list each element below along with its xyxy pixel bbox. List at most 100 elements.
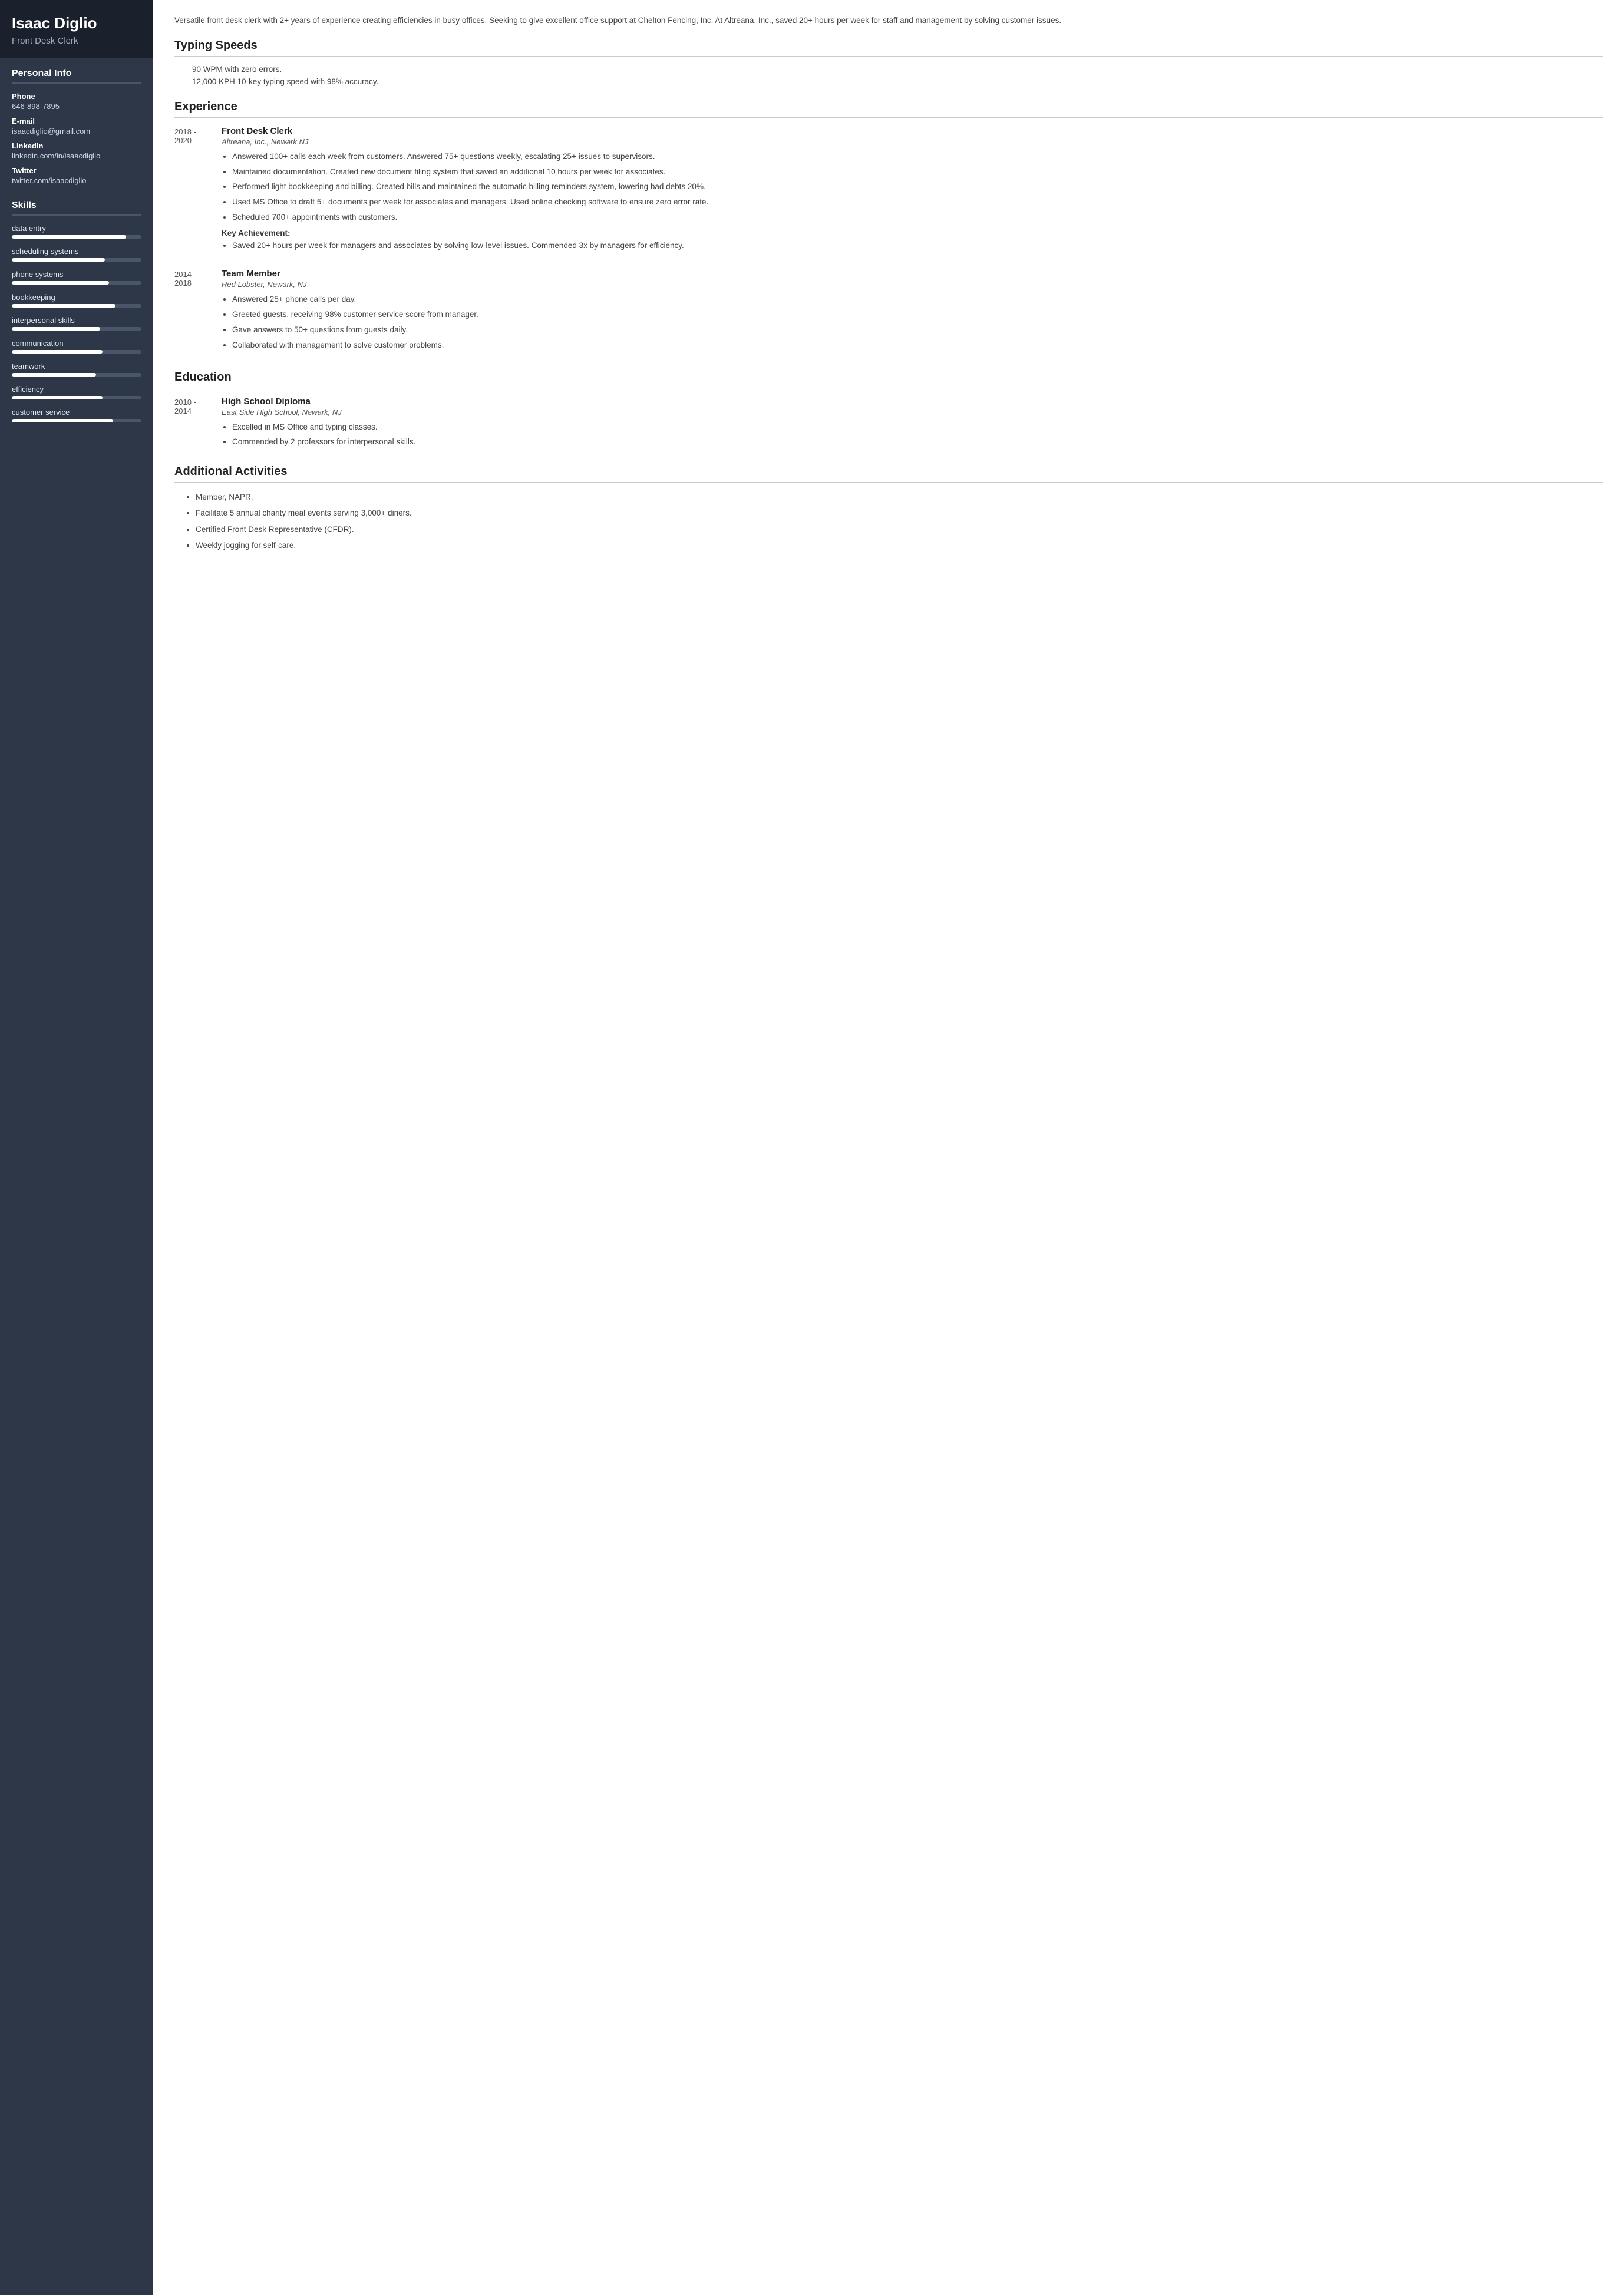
skill-bar-fill bbox=[12, 304, 115, 308]
skill-name: efficiency bbox=[12, 385, 141, 394]
education-list: 2010 -2014High School DiplomaEast Side H… bbox=[174, 397, 1603, 451]
edu-degree: High School Diploma bbox=[222, 397, 1603, 407]
exp-dates: 2014 -2018 bbox=[174, 269, 222, 356]
linkedin-label: LinkedIn bbox=[12, 141, 141, 150]
exp-bullet-item: Answered 25+ phone calls per day. bbox=[232, 293, 1603, 306]
main-content: Versatile front desk clerk with 2+ years… bbox=[153, 0, 1624, 2295]
candidate-name: Isaac Diglio bbox=[12, 14, 141, 32]
skill-item: phone systems bbox=[12, 270, 141, 285]
skills-list: data entry scheduling systems phone system… bbox=[12, 224, 141, 422]
typing-speeds-list: 90 WPM with zero errors. 12,000 KPH 10-ke… bbox=[174, 65, 1603, 86]
exp-bullets: Answered 100+ calls each week from custo… bbox=[222, 151, 1603, 224]
skill-item: teamwork bbox=[12, 362, 141, 377]
exp-bullet-item: Performed light bookkeeping and billing.… bbox=[232, 181, 1603, 193]
edu-dates: 2010 -2014 bbox=[174, 397, 222, 451]
exp-company: Red Lobster, Newark, NJ bbox=[222, 280, 1603, 289]
edu-bullets: Excelled in MS Office and typing classes… bbox=[222, 421, 1603, 448]
personal-info-title: Personal Info bbox=[12, 68, 141, 84]
exp-bullet-item: Greeted guests, receiving 98% customer s… bbox=[232, 309, 1603, 321]
skill-name: data entry bbox=[12, 224, 141, 233]
edu-school: East Side High School, Newark, NJ bbox=[222, 408, 1603, 417]
skill-item: data entry bbox=[12, 224, 141, 239]
exp-job-title: Team Member bbox=[222, 269, 1603, 279]
skill-bar-fill bbox=[12, 419, 113, 422]
experience-list: 2018 -2020Front Desk ClerkAltreana, Inc.… bbox=[174, 126, 1603, 356]
twitter-label: Twitter bbox=[12, 166, 141, 175]
edu-bullet-item: Commended by 2 professors for interperso… bbox=[232, 436, 1603, 448]
exp-job-title: Front Desk Clerk bbox=[222, 126, 1603, 136]
activity-item: Facilitate 5 annual charity meal events … bbox=[196, 507, 1603, 520]
skill-item: efficiency bbox=[12, 385, 141, 399]
skill-bar-fill bbox=[12, 281, 109, 285]
exp-bullet-item: Used MS Office to draft 5+ documents per… bbox=[232, 196, 1603, 209]
skill-bar-fill bbox=[12, 327, 100, 331]
twitter-value: twitter.com/isaacdiglio bbox=[12, 176, 141, 185]
exp-bullet-item: Gave answers to 50+ questions from guest… bbox=[232, 324, 1603, 336]
linkedin-value: linkedin.com/in/isaacdiglio bbox=[12, 151, 141, 160]
skill-bar-fill bbox=[12, 235, 126, 239]
skills-section: Skills data entryscheduling systemsphone… bbox=[0, 190, 153, 443]
exp-bullet-item: Scheduled 700+ appointments with custome… bbox=[232, 212, 1603, 224]
summary-text: Versatile front desk clerk with 2+ years… bbox=[174, 14, 1603, 27]
skill-bar-fill bbox=[12, 373, 96, 377]
activity-item: Weekly jogging for self-care. bbox=[196, 539, 1603, 552]
activities-list: Member, NAPR. Facilitate 5 annual charity… bbox=[174, 491, 1603, 552]
experience-title: Experience bbox=[174, 100, 1603, 118]
skill-name: bookkeeping bbox=[12, 293, 141, 302]
skill-item: customer service bbox=[12, 408, 141, 422]
phone-label: Phone bbox=[12, 92, 141, 101]
skill-item: scheduling systems bbox=[12, 247, 141, 262]
exp-content: Team MemberRed Lobster, Newark, NJ Answer… bbox=[222, 269, 1603, 356]
edu-content: High School DiplomaEast Side High School… bbox=[222, 397, 1603, 451]
email-value: isaacdiglio@gmail.com bbox=[12, 127, 141, 136]
personal-info-section: Personal Info Phone 646-898-7895 E-mail … bbox=[0, 58, 153, 190]
skill-bar-container bbox=[12, 396, 141, 399]
candidate-title: Front Desk Clerk bbox=[12, 36, 141, 46]
exp-bullets: Answered 25+ phone calls per day. Greeted… bbox=[222, 293, 1603, 352]
typing-speed-item: 90 WPM with zero errors. bbox=[174, 65, 1603, 74]
skill-name: phone systems bbox=[12, 270, 141, 279]
skill-bar-fill bbox=[12, 350, 103, 354]
skill-bar-container bbox=[12, 419, 141, 422]
skill-bar-container bbox=[12, 304, 141, 308]
exp-content: Front Desk ClerkAltreana, Inc., Newark N… bbox=[222, 126, 1603, 257]
skill-bar-container bbox=[12, 258, 141, 262]
skill-bar-container bbox=[12, 235, 141, 239]
key-achievement-bullet-item: Saved 20+ hours per week for managers an… bbox=[232, 240, 1603, 252]
education-section: Education 2010 -2014High School DiplomaE… bbox=[174, 371, 1603, 451]
exp-bullet-item: Collaborated with management to solve cu… bbox=[232, 339, 1603, 352]
edu-bullet-item: Excelled in MS Office and typing classes… bbox=[232, 421, 1603, 434]
phone-value: 646-898-7895 bbox=[12, 102, 141, 111]
activity-item: Member, NAPR. bbox=[196, 491, 1603, 504]
activity-item: Certified Front Desk Representative (CFD… bbox=[196, 523, 1603, 536]
sidebar-header: Isaac Diglio Front Desk Clerk bbox=[0, 0, 153, 58]
education-entry: 2010 -2014High School DiplomaEast Side H… bbox=[174, 397, 1603, 451]
experience-entry: 2018 -2020Front Desk ClerkAltreana, Inc.… bbox=[174, 126, 1603, 257]
skill-bar-container bbox=[12, 327, 141, 331]
exp-dates: 2018 -2020 bbox=[174, 126, 222, 257]
exp-bullet-item: Maintained documentation. Created new do… bbox=[232, 166, 1603, 179]
key-achievement-label: Key Achievement: bbox=[222, 229, 1603, 237]
skill-bar-container bbox=[12, 373, 141, 377]
typing-speeds-section: Typing Speeds 90 WPM with zero errors. 12… bbox=[174, 39, 1603, 86]
education-title: Education bbox=[174, 371, 1603, 388]
experience-section: Experience 2018 -2020Front Desk ClerkAlt… bbox=[174, 100, 1603, 356]
skill-bar-container bbox=[12, 281, 141, 285]
email-label: E-mail bbox=[12, 117, 141, 126]
exp-company: Altreana, Inc., Newark NJ bbox=[222, 137, 1603, 146]
skill-name: scheduling systems bbox=[12, 247, 141, 256]
skill-name: customer service bbox=[12, 408, 141, 417]
sidebar: Isaac Diglio Front Desk Clerk Personal I… bbox=[0, 0, 153, 2295]
exp-bullet-item: Answered 100+ calls each week from custo… bbox=[232, 151, 1603, 163]
skill-bar-container bbox=[12, 350, 141, 354]
typing-speed-item: 12,000 KPH 10-key typing speed with 98% … bbox=[174, 77, 1603, 86]
skill-name: communication bbox=[12, 339, 141, 348]
activities-section: Additional Activities Member, NAPR. Facil… bbox=[174, 465, 1603, 552]
typing-speeds-title: Typing Speeds bbox=[174, 39, 1603, 57]
activities-title: Additional Activities bbox=[174, 465, 1603, 483]
skill-name: teamwork bbox=[12, 362, 141, 371]
skill-bar-fill bbox=[12, 258, 105, 262]
skill-name: interpersonal skills bbox=[12, 316, 141, 325]
experience-entry: 2014 -2018Team MemberRed Lobster, Newark… bbox=[174, 269, 1603, 356]
key-achievement-bullets: Saved 20+ hours per week for managers an… bbox=[222, 240, 1603, 252]
